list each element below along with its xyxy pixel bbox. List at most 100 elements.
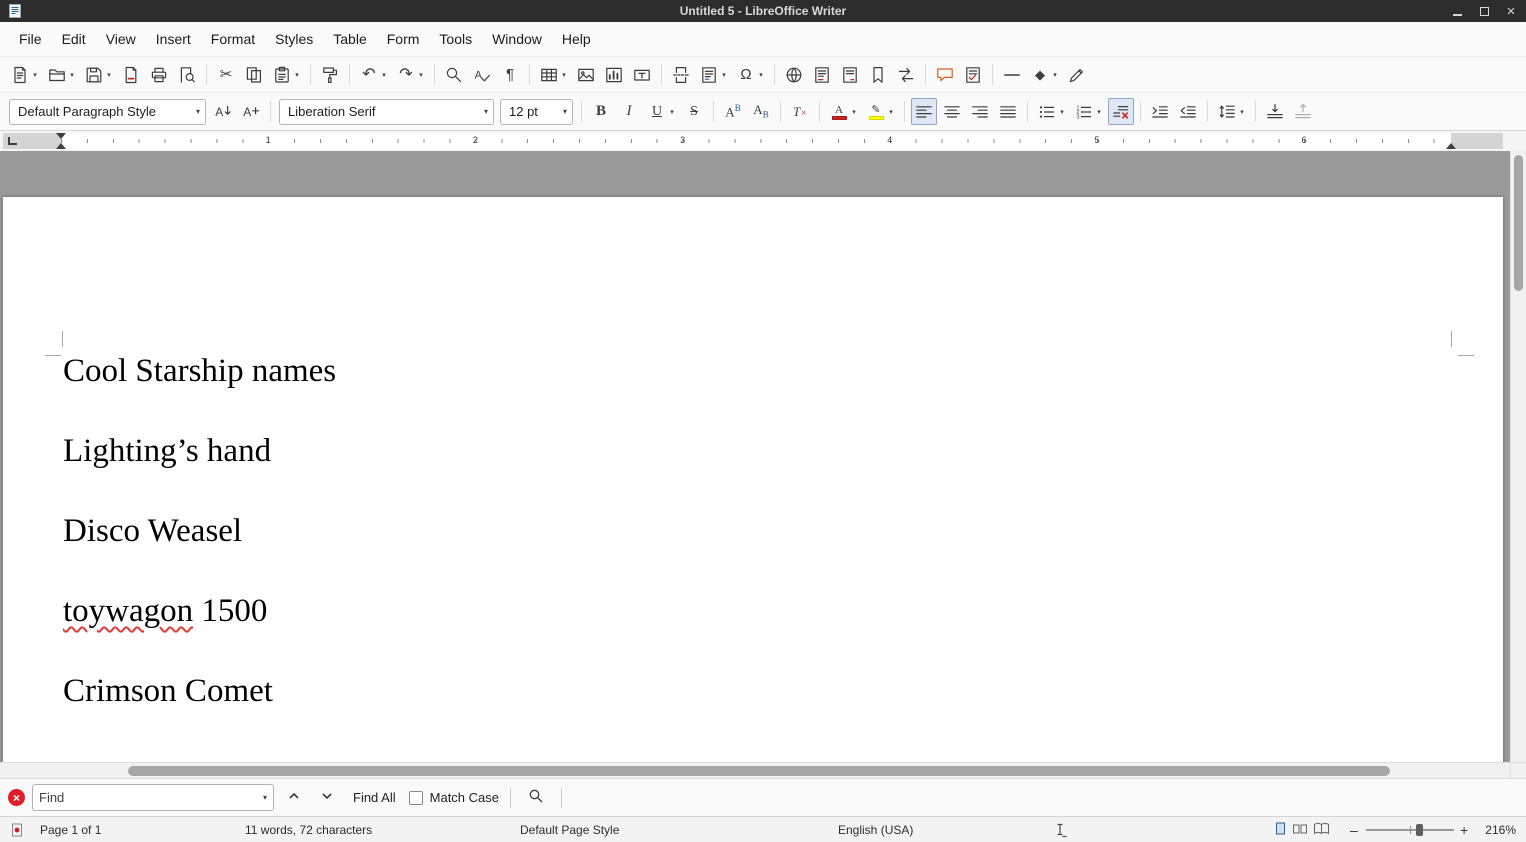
find-previous-button[interactable] xyxy=(281,787,307,808)
zoom-in-button[interactable]: + xyxy=(1460,823,1468,837)
menu-file[interactable]: File xyxy=(9,26,52,52)
new-document-dropdown-icon[interactable]: ▾ xyxy=(31,71,39,79)
bullet-list-dropdown-icon[interactable]: ▾ xyxy=(1058,108,1066,116)
draw-functions-button[interactable] xyxy=(1064,61,1090,88)
line-spacing-dropdown-icon[interactable]: ▾ xyxy=(1238,108,1246,116)
menu-insert[interactable]: Insert xyxy=(146,26,201,52)
save-dropdown-icon[interactable]: ▾ xyxy=(105,71,113,79)
page-break-button[interactable] xyxy=(668,61,694,88)
print-button[interactable] xyxy=(146,61,172,88)
insert-image-button[interactable] xyxy=(573,61,599,88)
zoom-level[interactable]: 216% xyxy=(1485,823,1516,837)
font-name-combobox[interactable]: Liberation Serif▾ xyxy=(279,99,494,125)
find-combobox[interactable]: ▾ xyxy=(32,784,274,811)
menu-window[interactable]: Window xyxy=(482,26,552,52)
find-next-button[interactable] xyxy=(314,787,340,808)
menu-view[interactable]: View xyxy=(96,26,146,52)
left-indent-marker[interactable] xyxy=(56,143,66,149)
numbered-list-dropdown-icon[interactable]: ▾ xyxy=(1095,108,1103,116)
underline-dropdown-icon[interactable]: ▾ xyxy=(668,108,676,116)
zoom-slider-thumb[interactable] xyxy=(1416,824,1423,836)
page-style[interactable]: Default Page Style xyxy=(520,823,619,837)
font-color-dropdown-icon[interactable]: ▾ xyxy=(850,108,858,116)
document-page[interactable]: Cool Starship namesLighting’s handDisco … xyxy=(3,197,1503,762)
open-button[interactable]: ▾ xyxy=(44,61,79,88)
paragraph[interactable]: toywagon 1500 xyxy=(63,588,1443,635)
single-page-view-button[interactable] xyxy=(1274,821,1287,838)
cut-button[interactable]: ✂ xyxy=(213,61,239,88)
undo-dropdown-icon[interactable]: ▾ xyxy=(380,71,388,79)
find-and-replace-button[interactable] xyxy=(522,786,550,809)
menu-help[interactable]: Help xyxy=(552,26,601,52)
close-find-bar-button[interactable]: × xyxy=(8,789,25,806)
strikethrough-button[interactable]: S xyxy=(681,98,707,125)
insert-comment-button[interactable] xyxy=(932,61,958,88)
align-center-button[interactable] xyxy=(939,98,965,125)
minimize-button[interactable] xyxy=(1450,3,1464,19)
chevron-down-icon[interactable]: ▾ xyxy=(484,107,488,116)
multi-page-view-button[interactable] xyxy=(1292,821,1308,838)
no-list-button[interactable] xyxy=(1108,98,1134,125)
basic-shapes-dropdown-icon[interactable]: ▾ xyxy=(1051,71,1059,79)
chevron-down-icon[interactable]: ▾ xyxy=(563,107,567,116)
redo-dropdown-icon[interactable]: ▾ xyxy=(417,71,425,79)
vertical-scrollbar[interactable] xyxy=(1510,151,1526,762)
clone-formatting-button[interactable] xyxy=(317,61,343,88)
paste-button[interactable]: ▾ xyxy=(269,61,304,88)
menu-form[interactable]: Form xyxy=(377,26,430,52)
chevron-down-icon[interactable]: ▾ xyxy=(196,107,200,116)
track-changes-button[interactable] xyxy=(960,61,986,88)
underline-button[interactable]: U▾ xyxy=(644,98,679,125)
right-indent-marker[interactable] xyxy=(1446,143,1456,149)
bold-button[interactable]: B xyxy=(588,98,614,125)
spelling-button[interactable]: A xyxy=(469,61,495,88)
bullet-list-button[interactable]: ▾ xyxy=(1034,98,1069,125)
ruler[interactable]: 123456 xyxy=(3,133,1503,149)
redo-button[interactable]: ↷▾ xyxy=(393,61,428,88)
text-language[interactable]: English (USA) xyxy=(838,823,913,837)
superscript-button[interactable]: AB xyxy=(720,98,746,125)
clear-formatting-button[interactable]: T× xyxy=(787,98,813,125)
align-right-button[interactable] xyxy=(967,98,993,125)
font-size-combobox[interactable]: 12 pt▾ xyxy=(500,99,573,125)
first-line-indent-marker[interactable] xyxy=(56,133,66,139)
special-character-dropdown-icon[interactable]: ▾ xyxy=(757,71,765,79)
align-left-button[interactable] xyxy=(911,98,937,125)
numbered-list-button[interactable]: 123▾ xyxy=(1071,98,1106,125)
cross-reference-button[interactable] xyxy=(893,61,919,88)
zoom-slider[interactable] xyxy=(1366,823,1454,837)
insert-textbox-button[interactable] xyxy=(629,61,655,88)
special-character-button[interactable]: Ω▾ xyxy=(733,61,768,88)
export-pdf-button[interactable] xyxy=(118,61,144,88)
menu-format[interactable]: Format xyxy=(201,26,265,52)
tab-stop-selector-icon[interactable] xyxy=(8,137,17,145)
maximize-button[interactable] xyxy=(1477,3,1491,19)
misspelled-word[interactable]: toywagon xyxy=(63,593,193,629)
copy-button[interactable] xyxy=(241,61,267,88)
increase-paragraph-spacing-button[interactable] xyxy=(1262,98,1288,125)
page-count[interactable]: Page 1 of 1 xyxy=(40,823,101,837)
insert-field-dropdown-icon[interactable]: ▾ xyxy=(720,71,728,79)
horizontal-scrollbar[interactable] xyxy=(0,762,1526,778)
line-spacing-button[interactable]: ▾ xyxy=(1214,98,1249,125)
justify-button[interactable] xyxy=(995,98,1021,125)
update-style-button[interactable]: A xyxy=(210,98,236,125)
find-all-button[interactable]: Find All xyxy=(347,786,402,809)
text-flow[interactable]: Cool Starship namesLighting’s handDisco … xyxy=(63,348,1443,748)
insert-chart-button[interactable] xyxy=(601,61,627,88)
insert-line-button[interactable] xyxy=(999,61,1025,88)
insert-table-dropdown-icon[interactable]: ▾ xyxy=(560,71,568,79)
paragraph[interactable]: Crimson Comet xyxy=(63,668,1443,715)
book-view-button[interactable] xyxy=(1313,821,1330,838)
print-preview-button[interactable] xyxy=(174,61,200,88)
highlight-color-button[interactable]: ✎▾ xyxy=(863,98,898,125)
decrease-paragraph-spacing-button[interactable] xyxy=(1290,98,1316,125)
new-style-button[interactable]: A xyxy=(238,98,264,125)
paragraph[interactable]: Cool Starship names xyxy=(63,348,1443,395)
subscript-button[interactable]: AB xyxy=(748,98,774,125)
match-case-checkbox[interactable] xyxy=(409,791,423,805)
save-button[interactable]: ▾ xyxy=(81,61,116,88)
find-input[interactable] xyxy=(39,790,259,805)
paragraph-style-combobox[interactable]: Default Paragraph Style▾ xyxy=(9,99,206,125)
find-replace-button[interactable] xyxy=(441,61,467,88)
